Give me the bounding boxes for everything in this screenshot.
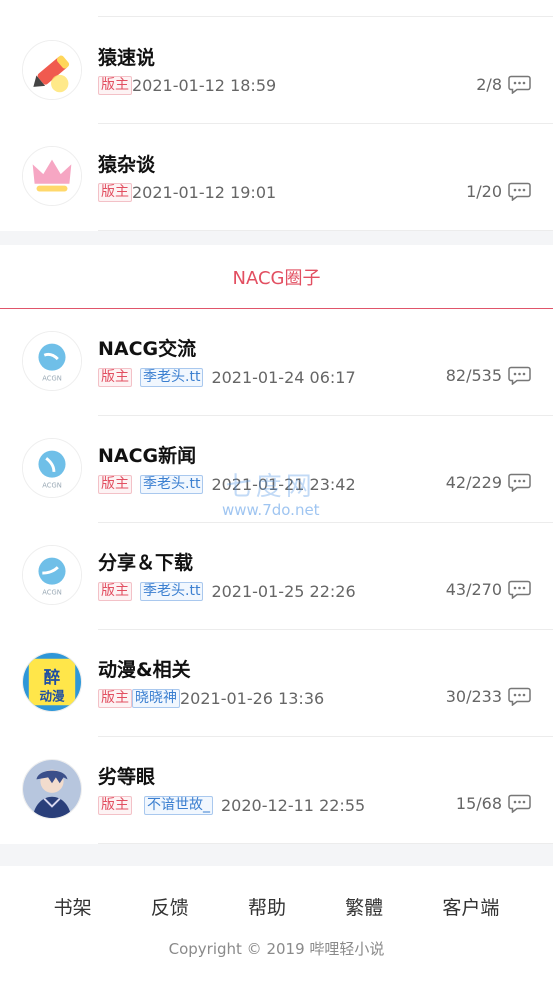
forum-meta: 版主 晓晓神 2021-01-26 13:36 bbox=[98, 689, 324, 708]
forum-stats: 2/8 bbox=[476, 75, 531, 94]
post-count: 42/229 bbox=[445, 473, 502, 492]
forum-row-yuan-suoshuo[interactable]: 猿速说 版主 2021-01-12 18:59 2/8 bbox=[0, 17, 553, 124]
admin-badge: 版主 bbox=[98, 475, 132, 494]
admin-badge: 版主 bbox=[98, 183, 132, 202]
svg-text:醉: 醉 bbox=[44, 668, 61, 687]
post-count: 82/535 bbox=[445, 366, 502, 385]
admin-badge: 版主 bbox=[98, 76, 132, 95]
forum-row-nacg-exchange[interactable]: ACGN NACG交流 版主 季老头.tt 2021-01-24 06:17 8… bbox=[0, 309, 553, 416]
forum-stats: 42/229 bbox=[446, 473, 531, 492]
group-title: NACG圈子 bbox=[232, 267, 321, 289]
forum-stats: 82/535 bbox=[446, 366, 531, 385]
svg-text:ACGN: ACGN bbox=[42, 588, 62, 596]
character-avatar bbox=[22, 759, 82, 819]
post-count: 43/270 bbox=[445, 580, 502, 599]
forum-stats: 15/68 bbox=[456, 794, 531, 813]
moderator-name[interactable]: 季老头.tt bbox=[140, 582, 204, 601]
post-count: 15/68 bbox=[455, 794, 502, 813]
forum-meta: 版主 2021-01-12 18:59 bbox=[98, 76, 276, 95]
comment-bubble-icon bbox=[508, 75, 531, 94]
footer-link-feedback[interactable]: 反馈 bbox=[151, 893, 189, 920]
post-count: 1/20 bbox=[466, 182, 502, 201]
forum-stats: 1/20 bbox=[466, 182, 531, 201]
comment-bubble-icon bbox=[508, 687, 531, 706]
forum-title[interactable]: 动漫&相关 bbox=[98, 655, 191, 682]
forum-row-yuan-zatan[interactable]: 猿杂谈 版主 2021-01-12 19:01 1/20 bbox=[0, 124, 553, 231]
last-post-time: 2021-01-12 18:59 bbox=[132, 76, 277, 95]
moderator-name[interactable]: 晓晓神 bbox=[132, 689, 180, 708]
forum-title[interactable]: 猿杂谈 bbox=[98, 150, 155, 177]
site-footer: 书架 反馈 帮助 繁體 客户端 Copyright © 2019 哔哩轻小说 bbox=[0, 866, 553, 983]
forum-title[interactable]: NACG交流 bbox=[98, 334, 196, 361]
forum-meta: 版主 季老头.tt 2021-01-24 06:17 bbox=[98, 368, 356, 387]
moderator-name[interactable]: 不谙世故_ bbox=[144, 796, 213, 815]
anime-badge-avatar: 醉动漫 bbox=[22, 652, 82, 712]
footer-link-bookshelf[interactable]: 书架 bbox=[54, 893, 92, 920]
forum-stats: 30/233 bbox=[446, 687, 531, 706]
forum-title[interactable]: NACG新闻 bbox=[98, 441, 196, 468]
last-post-time: 2021-01-25 22:26 bbox=[211, 582, 356, 601]
forum-meta: 版主 2021-01-12 19:01 bbox=[98, 183, 276, 202]
forum-row-nacg-news[interactable]: ACGN NACG新闻 版主 季老头.tt 2021-01-21 23:42 4… bbox=[0, 416, 553, 523]
last-post-time: 2021-01-12 19:01 bbox=[132, 183, 277, 202]
nacg-logo-avatar: ACGN bbox=[22, 331, 82, 391]
comment-bubble-icon bbox=[508, 366, 531, 385]
nacg-logo-avatar: ACGN bbox=[22, 545, 82, 605]
last-post-time: 2021-01-24 06:17 bbox=[211, 368, 356, 387]
admin-badge: 版主 bbox=[98, 689, 132, 708]
footer-link-client[interactable]: 客户端 bbox=[442, 893, 499, 920]
moderator-name[interactable]: 季老头.tt bbox=[140, 475, 204, 494]
last-post-time: 2020-12-11 22:55 bbox=[221, 796, 366, 815]
comment-bubble-icon bbox=[508, 580, 531, 599]
svg-text:ACGN: ACGN bbox=[42, 374, 62, 382]
admin-badge: 版主 bbox=[98, 796, 132, 815]
forum-title[interactable]: 猿速说 bbox=[98, 43, 155, 70]
nacg-logo-avatar: ACGN bbox=[22, 438, 82, 498]
footer-link-traditional-chinese[interactable]: 繁體 bbox=[345, 893, 383, 920]
comment-bubble-icon bbox=[508, 182, 531, 201]
forum-meta: 版主 季老头.tt 2021-01-25 22:26 bbox=[98, 582, 356, 601]
svg-text:ACGN: ACGN bbox=[42, 481, 62, 489]
forum-row-inferior-eye[interactable]: 劣等眼 版主 不谙世故_ 2020-12-11 22:55 15/68 bbox=[0, 737, 553, 844]
svg-text:动漫: 动漫 bbox=[39, 688, 65, 703]
post-count: 30/233 bbox=[445, 687, 502, 706]
nacg-forum-section: ACGN NACG交流 版主 季老头.tt 2021-01-24 06:17 8… bbox=[0, 309, 553, 844]
forum-title[interactable]: 分享＆下载 bbox=[98, 548, 193, 575]
group-header[interactable]: NACG圈子 bbox=[0, 245, 553, 309]
footer-nav: 书架 反馈 帮助 繁體 客户端 bbox=[0, 893, 553, 920]
copyright-text: Copyright © 2019 哔哩轻小说 bbox=[168, 940, 385, 958]
comment-bubble-icon bbox=[508, 794, 531, 813]
post-count: 2/8 bbox=[476, 75, 502, 94]
admin-badge: 版主 bbox=[98, 582, 132, 601]
comment-bubble-icon bbox=[508, 473, 531, 492]
forum-row-share-download[interactable]: ACGN 分享＆下载 版主 季老头.tt 2021-01-25 22:26 43… bbox=[0, 523, 553, 630]
forum-row-anime-related[interactable]: 醉动漫 动漫&相关 版主 晓晓神 2021-01-26 13:36 30/233 bbox=[0, 630, 553, 737]
forum-stats: 43/270 bbox=[446, 580, 531, 599]
admin-badge: 版主 bbox=[98, 368, 132, 387]
crown-avatar bbox=[22, 146, 82, 206]
footer-link-help[interactable]: 帮助 bbox=[248, 893, 286, 920]
moderator-name[interactable]: 季老头.tt bbox=[140, 368, 204, 387]
forum-meta: 版主 不谙世故_ 2020-12-11 22:55 bbox=[98, 796, 365, 815]
last-post-time: 2021-01-21 23:42 bbox=[211, 475, 356, 494]
forum-meta: 版主 季老头.tt 2021-01-21 23:42 bbox=[98, 475, 356, 494]
last-post-time: 2021-01-26 13:36 bbox=[180, 689, 325, 708]
pinned-forum-section: 猿速说 版主 2021-01-12 18:59 2/8 猿杂谈 版主 2021-… bbox=[0, 0, 553, 231]
forum-title[interactable]: 劣等眼 bbox=[98, 762, 155, 789]
pencil-avatar bbox=[22, 40, 82, 100]
